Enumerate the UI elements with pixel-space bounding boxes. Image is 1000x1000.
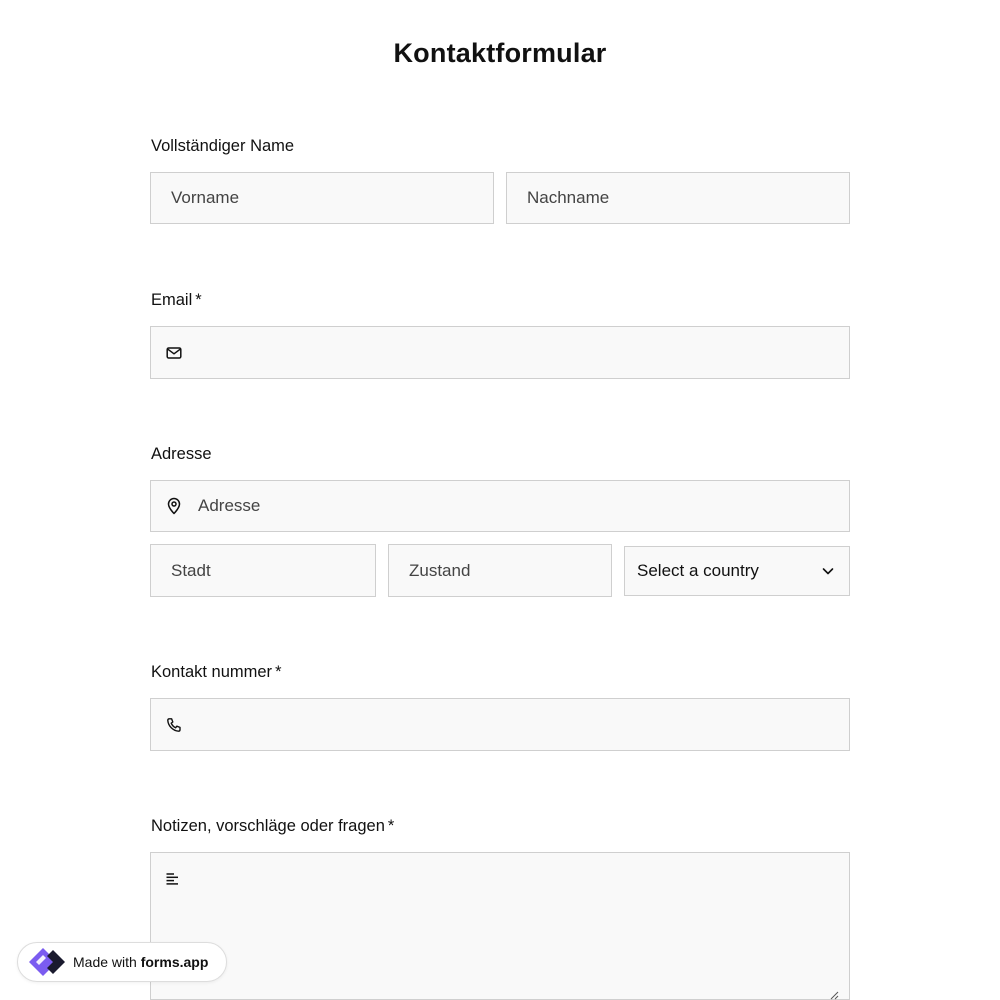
chevron-down-icon — [821, 564, 835, 578]
phone-field[interactable] — [150, 698, 850, 751]
phone-label-text: Kontakt nummer — [151, 663, 273, 681]
street-input[interactable] — [151, 481, 849, 531]
notes-label-text: Notizen, vorschläge oder fragen — [151, 817, 385, 835]
address-label: Adresse — [151, 445, 212, 464]
resize-handle-icon[interactable] — [829, 987, 839, 1000]
notes-textarea[interactable] — [150, 852, 850, 1000]
phone-required-mark: * — [275, 663, 282, 681]
full-name-label-text: Vollständiger Name — [151, 137, 295, 155]
phone-label: Kontakt nummer * — [151, 663, 281, 682]
notes-required-mark: * — [387, 817, 395, 835]
notes-label: Notizen, vorschläge oder fragen * — [151, 817, 394, 836]
form-title: Kontaktformular — [393, 38, 607, 68]
badge-brand: forms.app — [140, 954, 209, 970]
country-select[interactable]: Select a country — [624, 546, 850, 596]
mail-icon — [165, 344, 183, 362]
phone-input[interactable] — [151, 699, 849, 750]
badge-prefix: Made with — [73, 954, 141, 970]
map-pin-icon — [165, 497, 183, 515]
last-name-field[interactable] — [506, 172, 850, 224]
address-label-text: Adresse — [151, 445, 212, 463]
email-input[interactable] — [151, 327, 849, 378]
state-input[interactable] — [389, 545, 611, 596]
first-name-input[interactable] — [151, 173, 493, 223]
city-input[interactable] — [151, 545, 375, 596]
contact-form-page: Kontaktformular Vollständiger Name Email… — [0, 0, 1000, 1000]
email-field[interactable] — [150, 326, 850, 379]
made-with-forms-app-badge[interactable]: Made with forms.app — [17, 942, 227, 982]
last-name-input[interactable] — [507, 173, 849, 223]
text-lines-icon — [165, 871, 183, 889]
email-label: Email * — [151, 291, 202, 310]
email-required-mark: * — [195, 291, 202, 309]
first-name-field[interactable] — [150, 172, 494, 224]
email-label-text: Email — [151, 291, 193, 309]
state-field[interactable] — [388, 544, 612, 597]
street-field[interactable] — [150, 480, 850, 532]
forms-app-logo-icon — [27, 945, 67, 979]
phone-icon — [165, 716, 183, 734]
full-name-label: Vollständiger Name — [151, 137, 294, 156]
country-select-value: Select a country — [637, 561, 759, 580]
city-field[interactable] — [150, 544, 376, 597]
